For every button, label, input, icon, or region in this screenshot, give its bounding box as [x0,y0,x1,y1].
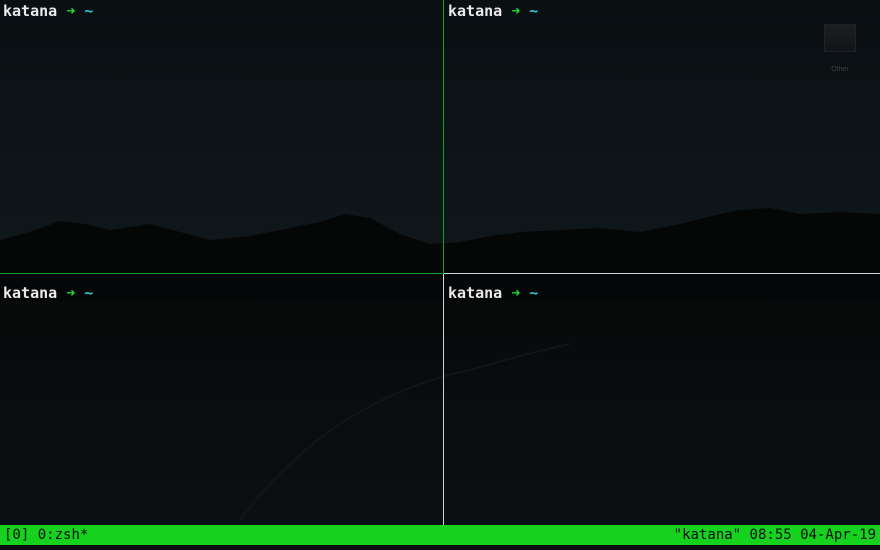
prompt-arrow-icon: ➜ [511,284,521,302]
shell-prompt: katana ➜ ~ [3,3,93,20]
pane-bottom-left[interactable]: katana ➜ ~ [0,282,443,525]
prompt-cwd: ~ [529,2,539,20]
status-date: 04-Apr-19 [800,527,876,543]
status-right: "katana" 08:55 04-Apr-19 [674,525,876,545]
prompt-cwd: ~ [84,284,94,302]
shell-prompt: katana ➜ ~ [448,285,538,302]
pane-divider-horizontal-right[interactable] [444,273,880,274]
shell-prompt: katana ➜ ~ [448,3,538,20]
window-tab[interactable]: 0:zsh* [38,527,89,543]
prompt-arrow-icon: ➜ [66,284,76,302]
prompt-hostname: katana [3,2,58,20]
pane-divider-horizontal-left[interactable] [0,273,444,274]
session-index: [0] [4,527,30,543]
prompt-arrow-icon: ➜ [66,2,76,20]
prompt-arrow-icon: ➜ [511,2,521,20]
prompt-hostname: katana [448,2,503,20]
pane-divider-vertical-top[interactable] [443,0,444,274]
prompt-hostname: katana [448,284,503,302]
prompt-cwd: ~ [529,284,539,302]
status-left: [0] 0:zsh* [4,525,88,545]
prompt-hostname: katana [3,284,58,302]
pane-bottom-right[interactable]: katana ➜ ~ [445,282,880,525]
status-hostname: "katana" [673,527,742,543]
prompt-cwd: ~ [84,2,94,20]
status-time: 08:55 [749,527,792,543]
tmux-status-bar: [0] 0:zsh* "katana" 08:55 04-Apr-19 [0,525,880,545]
pane-top-right[interactable]: katana ➜ ~ [445,0,880,273]
shell-prompt: katana ➜ ~ [3,285,93,302]
pane-divider-vertical-bottom[interactable] [443,274,444,525]
window-bottom-edge [0,545,880,550]
pane-top-left[interactable]: katana ➜ ~ [0,0,443,273]
